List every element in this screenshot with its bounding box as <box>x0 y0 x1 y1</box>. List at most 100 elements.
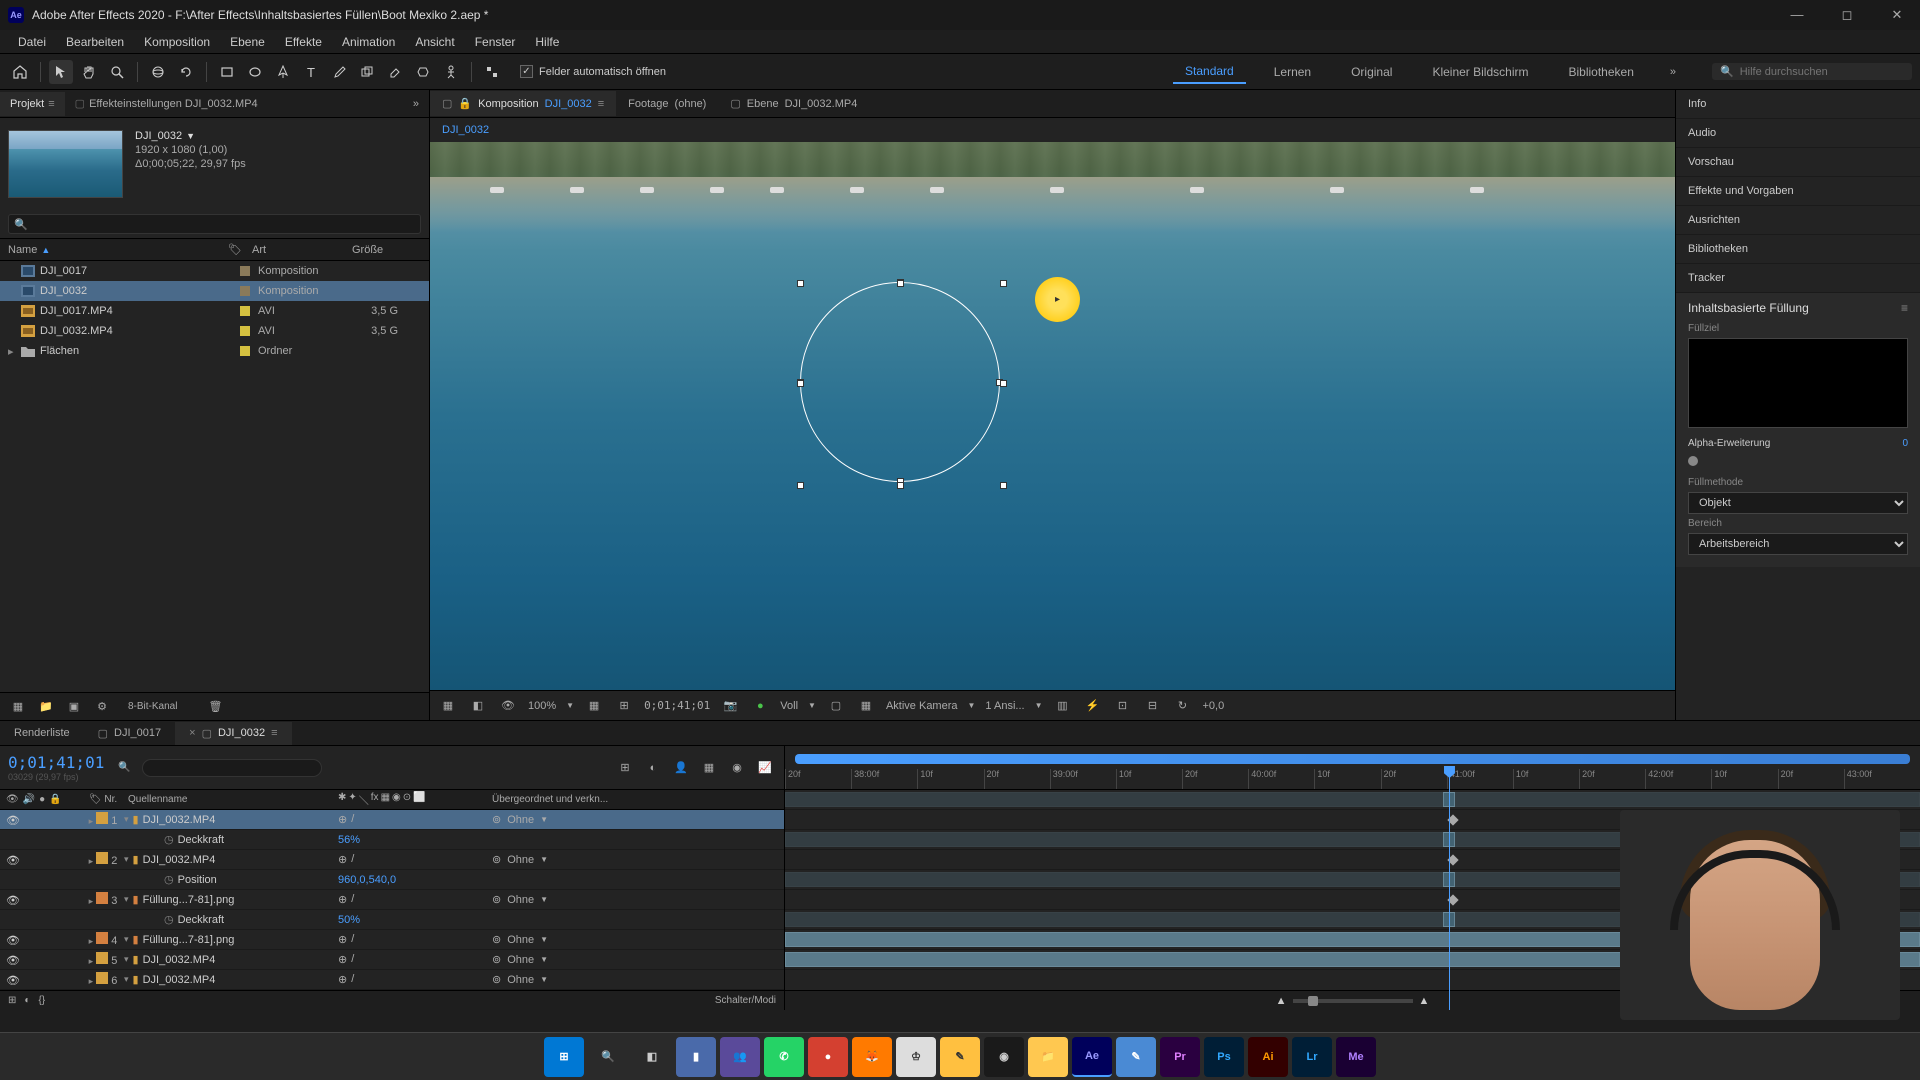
parent-select[interactable]: Ohne <box>507 954 534 966</box>
col-name[interactable]: Name ▲ <box>8 243 228 256</box>
project-search-input[interactable] <box>8 214 421 234</box>
property-row[interactable]: ◷ Position 960,0,540,0 <box>0 870 784 890</box>
expand-toggle[interactable]: ▸ <box>89 816 94 826</box>
switches-modes-toggle[interactable]: Schalter/Modi <box>715 995 776 1006</box>
parent-select[interactable]: Ohne <box>507 894 534 906</box>
home-icon[interactable] <box>8 60 32 84</box>
taskbar-start[interactable]: ⊞ <box>544 1037 584 1077</box>
magnify-icon[interactable]: ▦ <box>438 696 458 716</box>
layer-row[interactable]: 👁 ▸ 1 ▾ ▮ DJI_0032.MP4 ⊕ / ⊚ Ohne ▼ <box>0 810 784 830</box>
timeline-layers[interactable]: 👁 ▸ 1 ▾ ▮ DJI_0032.MP4 ⊕ / ⊚ Ohne ▼ ◷ De… <box>0 810 784 990</box>
taskbar-app1[interactable]: ▮ <box>676 1037 716 1077</box>
minimize-button[interactable]: — <box>1782 7 1812 23</box>
parent-select[interactable]: Ohne <box>507 974 534 986</box>
flowchart-icon[interactable]: ⊟ <box>1142 696 1162 716</box>
caf-range-select[interactable]: Arbeitsbereich <box>1688 533 1908 555</box>
property-row[interactable]: ◷ Deckkraft 56% <box>0 830 784 850</box>
taskbar-ai[interactable]: Ai <box>1248 1037 1288 1077</box>
taskbar-taskview[interactable]: ◧ <box>632 1037 672 1077</box>
taskbar-whatsapp[interactable]: ✆ <box>764 1037 804 1077</box>
menu-bearbeiten[interactable]: Bearbeiten <box>56 33 134 51</box>
expand-toggle[interactable]: ▸ <box>89 976 94 986</box>
expand-toggle[interactable]: ▸ <box>89 896 94 906</box>
taskbar-ps[interactable]: Ps <box>1204 1037 1244 1077</box>
snapshot-icon[interactable]: 📷 <box>720 696 740 716</box>
taskbar-app3[interactable]: ♔ <box>896 1037 936 1077</box>
project-item[interactable]: DJI_0017Komposition <box>0 261 429 281</box>
panel-effekte[interactable]: Effekte und Vorgaben <box>1676 177 1920 206</box>
roto-tool[interactable] <box>411 60 435 84</box>
tl-tab-renderliste[interactable]: Renderliste <box>0 722 84 744</box>
frame-blend-button[interactable]: ▦ <box>698 757 720 779</box>
motion-blur-button[interactable]: ◉ <box>726 757 748 779</box>
ellipse-tool[interactable] <box>243 60 267 84</box>
brush-tool[interactable] <box>327 60 351 84</box>
hand-tool[interactable] <box>77 60 101 84</box>
visibility-toggle[interactable]: 👁 <box>6 854 18 866</box>
camera-select[interactable]: Aktive Kamera <box>886 700 958 712</box>
parent-col[interactable]: Übergeordnet und verkn... <box>484 794 784 805</box>
new-folder-button[interactable]: 📁 <box>36 697 56 717</box>
pixel-aspect-icon[interactable]: ▥ <box>1052 696 1072 716</box>
visibility-toggle[interactable]: 👁 <box>6 974 18 986</box>
clone-tool[interactable] <box>355 60 379 84</box>
col-size[interactable]: Größe <box>352 243 412 256</box>
selection-tool[interactable] <box>49 60 73 84</box>
help-search[interactable]: 🔍 <box>1712 63 1912 80</box>
views-select[interactable]: 1 Ansi... <box>985 700 1024 712</box>
prop-value[interactable]: 960,0,540,0 <box>338 874 396 886</box>
orbit-tool[interactable] <box>146 60 170 84</box>
playhead[interactable] <box>1449 770 1450 1010</box>
timeline-icon[interactable]: ⊡ <box>1112 696 1132 716</box>
effect-controls-tab[interactable]: ▢ Effekteinstellungen DJI_0032.MP4 <box>65 91 268 116</box>
viewport[interactable] <box>430 142 1675 690</box>
parent-select[interactable]: Ohne <box>507 854 534 866</box>
exposure-reset-icon[interactable]: ↻ <box>1172 696 1192 716</box>
channel-icon[interactable]: ● <box>750 696 770 716</box>
pickwhip-icon[interactable]: ⊚ <box>492 973 501 986</box>
menu-datei[interactable]: Datei <box>8 33 56 51</box>
property-row[interactable]: ◷ Deckkraft 50% <box>0 910 784 930</box>
workspace-lernen[interactable]: Lernen <box>1262 61 1323 83</box>
caf-method-select[interactable]: Objekt <box>1688 492 1908 514</box>
taskbar-teams[interactable]: 👥 <box>720 1037 760 1077</box>
taskbar-notes[interactable]: ✎ <box>1116 1037 1156 1077</box>
auto-open-check[interactable]: Felder automatisch öffnen <box>520 65 666 78</box>
pickwhip-icon[interactable]: ⊚ <box>492 953 501 966</box>
tl-tab-dji0032[interactable]: × ▢ DJI_0032 ≡ <box>175 722 291 745</box>
timeline-ruler[interactable]: 20f38:00f10f20f39:00f10f20f40:00f10f20f4… <box>785 746 1920 790</box>
checkbox-icon[interactable] <box>520 65 533 78</box>
expand-toggle[interactable]: ▸ <box>89 936 94 946</box>
graph-editor-button[interactable]: 📈 <box>754 757 776 779</box>
pickwhip-icon[interactable]: ⊚ <box>492 933 501 946</box>
shy-button[interactable]: 👤 <box>670 757 692 779</box>
workspace-bibliotheken[interactable]: Bibliotheken <box>1556 61 1645 83</box>
puppet-tool[interactable] <box>439 60 463 84</box>
new-comp-button[interactable]: ▣ <box>64 697 84 717</box>
expand-toggle[interactable]: ▸ <box>89 856 94 866</box>
zoom-in-icon[interactable]: ▲ <box>1419 995 1430 1007</box>
taskbar-explorer[interactable]: 📁 <box>1028 1037 1068 1077</box>
panel-tracker[interactable]: Tracker <box>1676 264 1920 293</box>
pickwhip-icon[interactable]: ⊚ <box>492 893 501 906</box>
project-item[interactable]: DJI_0017.MP4AVI3,5 G <box>0 301 429 321</box>
trash-button[interactable]: 🗑 <box>205 697 225 717</box>
mask-shape[interactable] <box>800 282 1000 482</box>
transparency-icon[interactable]: ▦ <box>856 696 876 716</box>
comp-breadcrumb[interactable]: DJI_0032 <box>430 118 1675 142</box>
mask-icon[interactable]: 👁 <box>498 696 518 716</box>
text-tool[interactable]: T <box>299 60 323 84</box>
layer-row[interactable]: 👁 ▸ 3 ▾ ▮ Füllung...7-81].png ⊕ / ⊚ Ohne… <box>0 890 784 910</box>
tl-tab-dji0017[interactable]: ▢ DJI_0017 <box>84 722 176 745</box>
taskbar-ae[interactable]: Ae <box>1072 1037 1112 1077</box>
timeline-search[interactable] <box>142 759 322 777</box>
taskbar-obs[interactable]: ◉ <box>984 1037 1024 1077</box>
caf-alpha-value[interactable]: 0 <box>1902 438 1908 449</box>
taskbar-app2[interactable]: ● <box>808 1037 848 1077</box>
snap-icon[interactable] <box>480 60 504 84</box>
prop-value[interactable]: 50% <box>338 914 360 926</box>
expand-toggle[interactable]: ▸ <box>89 956 94 966</box>
source-col[interactable]: Quellenname <box>124 794 334 805</box>
panel-audio[interactable]: Audio <box>1676 119 1920 148</box>
project-item[interactable]: ▸FlächenOrdner <box>0 341 429 361</box>
